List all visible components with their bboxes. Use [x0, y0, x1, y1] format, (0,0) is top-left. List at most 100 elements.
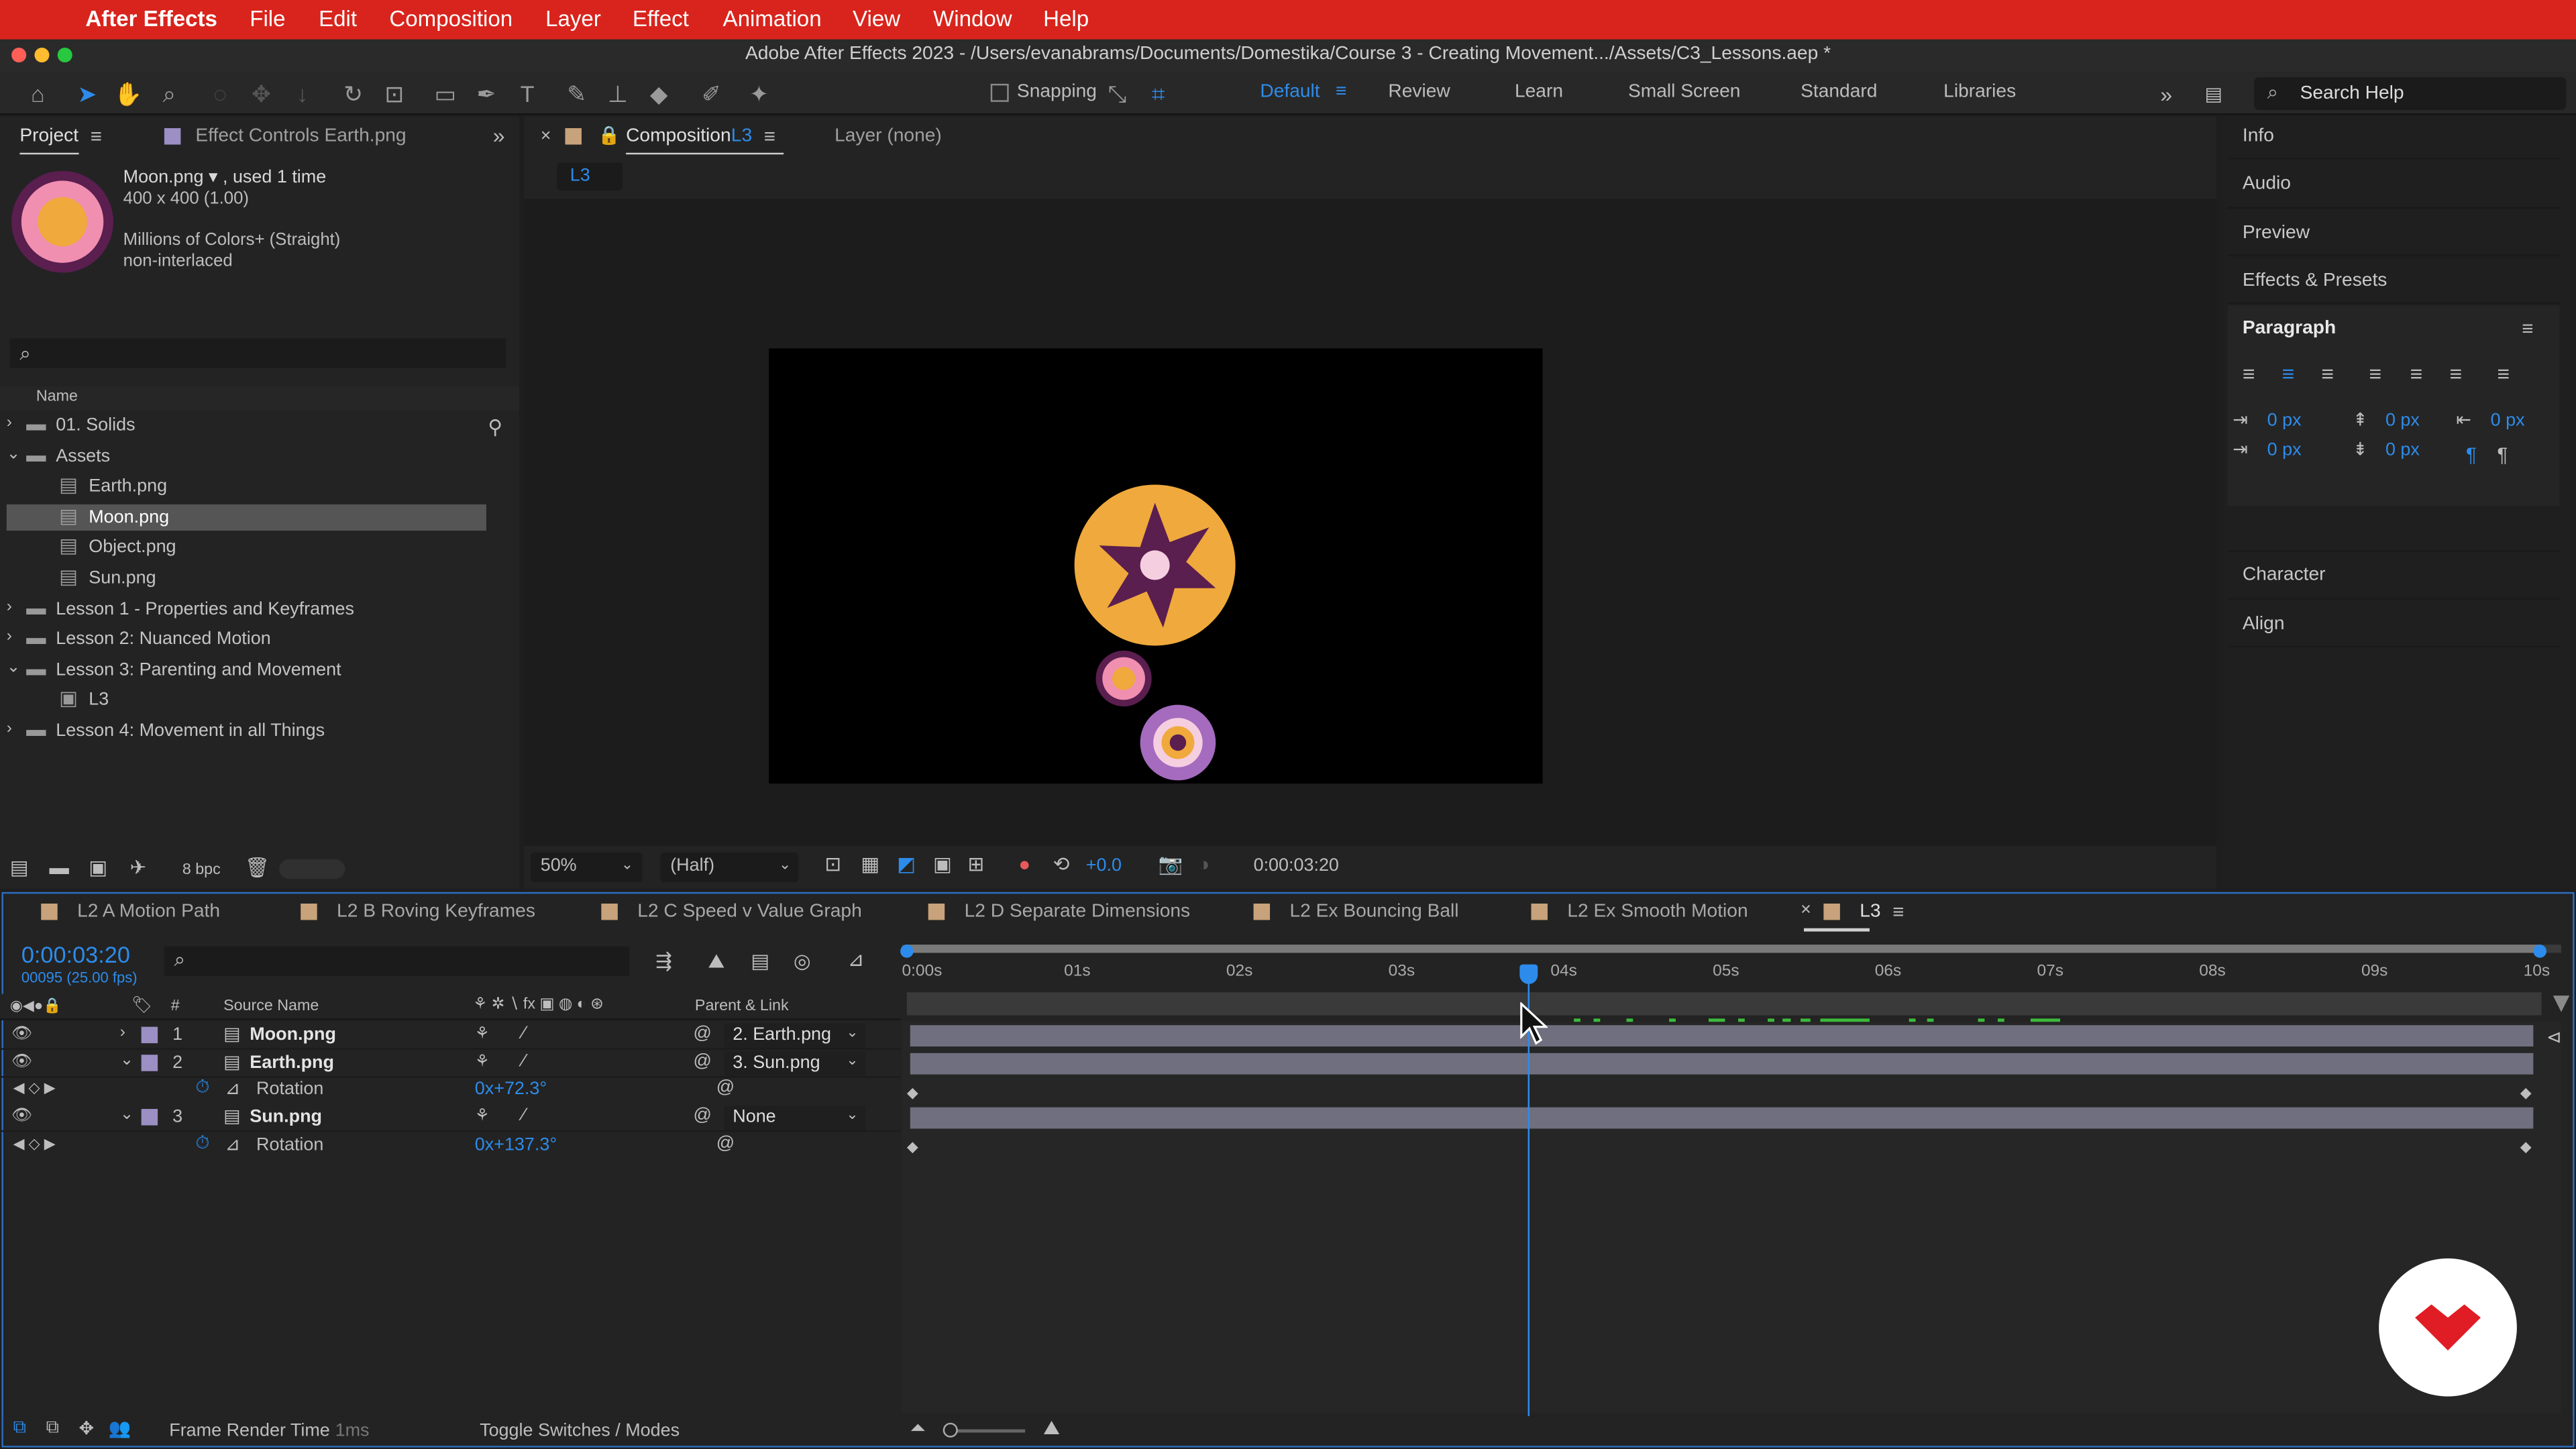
- menu-composition[interactable]: Composition: [389, 7, 513, 32]
- graph-icon[interactable]: ⊿: [225, 1079, 241, 1099]
- panel-overflow-icon[interactable]: »: [493, 123, 505, 148]
- show-snapshot-icon[interactable]: ◑: [1197, 853, 1210, 875]
- indent-right-value[interactable]: 0 px: [2491, 411, 2525, 430]
- zoom-dropdown[interactable]: 50% ⌄: [531, 853, 643, 883]
- av-features-icon[interactable]: ◉◀●🔒: [10, 998, 62, 1016]
- render-queue-icon[interactable]: ✈: [129, 856, 146, 879]
- label-color-swatch[interactable]: [141, 1026, 158, 1044]
- tab-layer[interactable]: Layer (none): [835, 127, 942, 146]
- tab-composition[interactable]: Composition: [626, 127, 731, 146]
- workspace-default[interactable]: Default: [1260, 82, 1320, 101]
- panel-layout-icon[interactable]: ▤: [2205, 82, 2223, 105]
- puppet-pin-icon[interactable]: ✦: [744, 79, 773, 109]
- shy-switch-icon[interactable]: ⚘: [475, 1025, 490, 1043]
- project-item[interactable]: ▣ L3: [0, 688, 493, 716]
- render-time-toggle-icon[interactable]: 👥: [109, 1417, 131, 1439]
- roto-brush-icon[interactable]: ✐: [696, 79, 726, 109]
- anchor-tool-icon[interactable]: ⊡: [380, 79, 409, 109]
- eye-icon[interactable]: 👁: [11, 1025, 32, 1043]
- eye-icon[interactable]: 👁: [11, 1053, 32, 1071]
- new-folder-icon[interactable]: ▬: [49, 856, 68, 879]
- parent-dropdown[interactable]: 3. Sun.png ⌄: [724, 1051, 866, 1076]
- pan-tool-icon[interactable]: ✥: [246, 79, 276, 109]
- playhead-handle[interactable]: [1519, 964, 1538, 984]
- new-comp-icon[interactable]: ▣: [89, 856, 107, 879]
- expression-pick-whip-icon[interactable]: @: [716, 1133, 735, 1152]
- snapping-checkbox[interactable]: [990, 83, 1009, 102]
- time-zoom-thumb[interactable]: [943, 1422, 958, 1438]
- layer-name[interactable]: Moon.png: [250, 1025, 336, 1044]
- fast-preview-icon[interactable]: ⊡: [824, 853, 841, 875]
- menu-help[interactable]: Help: [1043, 7, 1089, 32]
- stopwatch-icon[interactable]: ⏱: [195, 1079, 209, 1100]
- project-item[interactable]: ⌄ ▬ Assets: [0, 443, 493, 471]
- clone-stamp-icon[interactable]: ⊥: [603, 79, 633, 109]
- eraser-tool-icon[interactable]: ◆: [644, 79, 674, 109]
- rotate-tool-icon[interactable]: ↻: [338, 79, 368, 109]
- selection-tool-icon[interactable]: ➤: [72, 79, 102, 109]
- menu-edit[interactable]: Edit: [319, 7, 357, 32]
- frame-blending-icon[interactable]: ▤: [751, 950, 769, 973]
- chevron-down-icon[interactable]: ⌄: [120, 1051, 134, 1069]
- orbit-tool-icon[interactable]: ◌: [205, 79, 235, 109]
- justify-right-icon[interactable]: ≡: [2449, 362, 2462, 386]
- property-row[interactable]: ◀ ◇ ▶ ⏱ ⊿ Rotation 0x+72.3° @: [0, 1077, 900, 1105]
- menu-view[interactable]: View: [853, 7, 900, 32]
- panel-character[interactable]: Character: [2243, 565, 2326, 584]
- chevron-right-icon[interactable]: ›: [7, 720, 12, 738]
- project-item[interactable]: › ▬ Lesson 4: Movement in all Things: [0, 718, 493, 746]
- project-item[interactable]: › ▬ Lesson 1 - Properties and Keyframes: [0, 596, 493, 624]
- close-tab-icon[interactable]: ×: [541, 127, 551, 146]
- label-color-swatch[interactable]: [141, 1054, 158, 1071]
- chevron-right-icon[interactable]: ›: [120, 1024, 125, 1042]
- dolly-tool-icon[interactable]: ↓: [288, 79, 317, 109]
- col-name[interactable]: Name: [36, 388, 78, 406]
- align-left-icon[interactable]: ≡: [2243, 362, 2255, 386]
- chevron-down-icon[interactable]: ⌄: [7, 445, 21, 463]
- tab-composition-name[interactable]: L3: [731, 127, 752, 146]
- menu-window[interactable]: Window: [933, 7, 1012, 32]
- motion-blur-icon[interactable]: ◎: [794, 950, 811, 973]
- reset-exposure-icon[interactable]: ⟲: [1053, 853, 1070, 875]
- snap-target-icon[interactable]: ⌗: [1144, 79, 1173, 109]
- label-color-swatch[interactable]: [141, 1109, 158, 1126]
- zoom-out-icon[interactable]: ⏶: [910, 1416, 926, 1441]
- zoom-tool-icon[interactable]: ⌕: [154, 79, 184, 109]
- project-search-input[interactable]: ⌕: [9, 338, 506, 368]
- grid-guides-icon[interactable]: ⊞: [967, 853, 984, 875]
- layer-row[interactable]: 👁 › 1 ▤ Moon.png ⚘ ⁄ @2. Earth.png ⌄: [0, 1022, 901, 1050]
- comp-mini-flowchart-icon[interactable]: ⇶: [655, 950, 672, 973]
- project-menu-icon[interactable]: ≡: [91, 125, 102, 148]
- workspace-menu-icon[interactable]: ≡: [1336, 82, 1346, 101]
- align-center-icon[interactable]: ≡: [2282, 362, 2295, 386]
- track-sun[interactable]: [910, 1107, 2534, 1129]
- project-item[interactable]: ▤ Earth.png: [0, 474, 493, 502]
- comp-breadcrumb[interactable]: L3: [557, 162, 623, 191]
- first-line-indent-value[interactable]: 0 px: [2267, 440, 2302, 460]
- col-source-name[interactable]: Source Name: [223, 998, 319, 1016]
- layer-switches-toggle-icon[interactable]: ⧉: [13, 1417, 26, 1439]
- project-item[interactable]: ▤ Moon.png: [0, 504, 493, 532]
- thumbnail-slider[interactable]: [279, 859, 345, 879]
- menu-animation[interactable]: Animation: [723, 7, 822, 32]
- chevron-right-icon[interactable]: ›: [7, 597, 12, 615]
- expression-pick-whip-icon[interactable]: @: [716, 1079, 735, 1098]
- space-before-value[interactable]: 0 px: [2385, 411, 2420, 430]
- track-area[interactable]: [902, 1022, 2561, 1413]
- resolution-dropdown[interactable]: (Half) ⌄: [660, 853, 799, 883]
- lock-icon[interactable]: 🔒: [598, 125, 621, 146]
- zoom-out-marker[interactable]: [2553, 996, 2570, 1012]
- indent-left-value[interactable]: 0 px: [2267, 411, 2302, 430]
- track-earth[interactable]: [910, 1053, 2534, 1075]
- quality-switch-icon[interactable]: ⁄: [523, 1051, 526, 1071]
- menu-effect[interactable]: Effect: [633, 7, 689, 32]
- project-item[interactable]: › ▬ Lesson 2: Nuanced Motion: [0, 627, 493, 655]
- mask-visibility-icon[interactable]: ◩: [897, 853, 916, 875]
- exposure-value[interactable]: +0.0: [1086, 856, 1122, 875]
- layer-row[interactable]: 👁 ⌄ 2 ▤ Earth.png ⚘ ⁄ @3. Sun.png ⌄: [0, 1049, 901, 1077]
- workspace-standard[interactable]: Standard: [1801, 82, 1877, 101]
- chevron-right-icon[interactable]: ›: [7, 414, 12, 432]
- quality-switch-icon[interactable]: ⁄: [523, 1024, 526, 1043]
- in-out-toggle-icon[interactable]: ✥: [79, 1417, 95, 1439]
- keyframe-earth-start[interactable]: ◆: [907, 1084, 918, 1102]
